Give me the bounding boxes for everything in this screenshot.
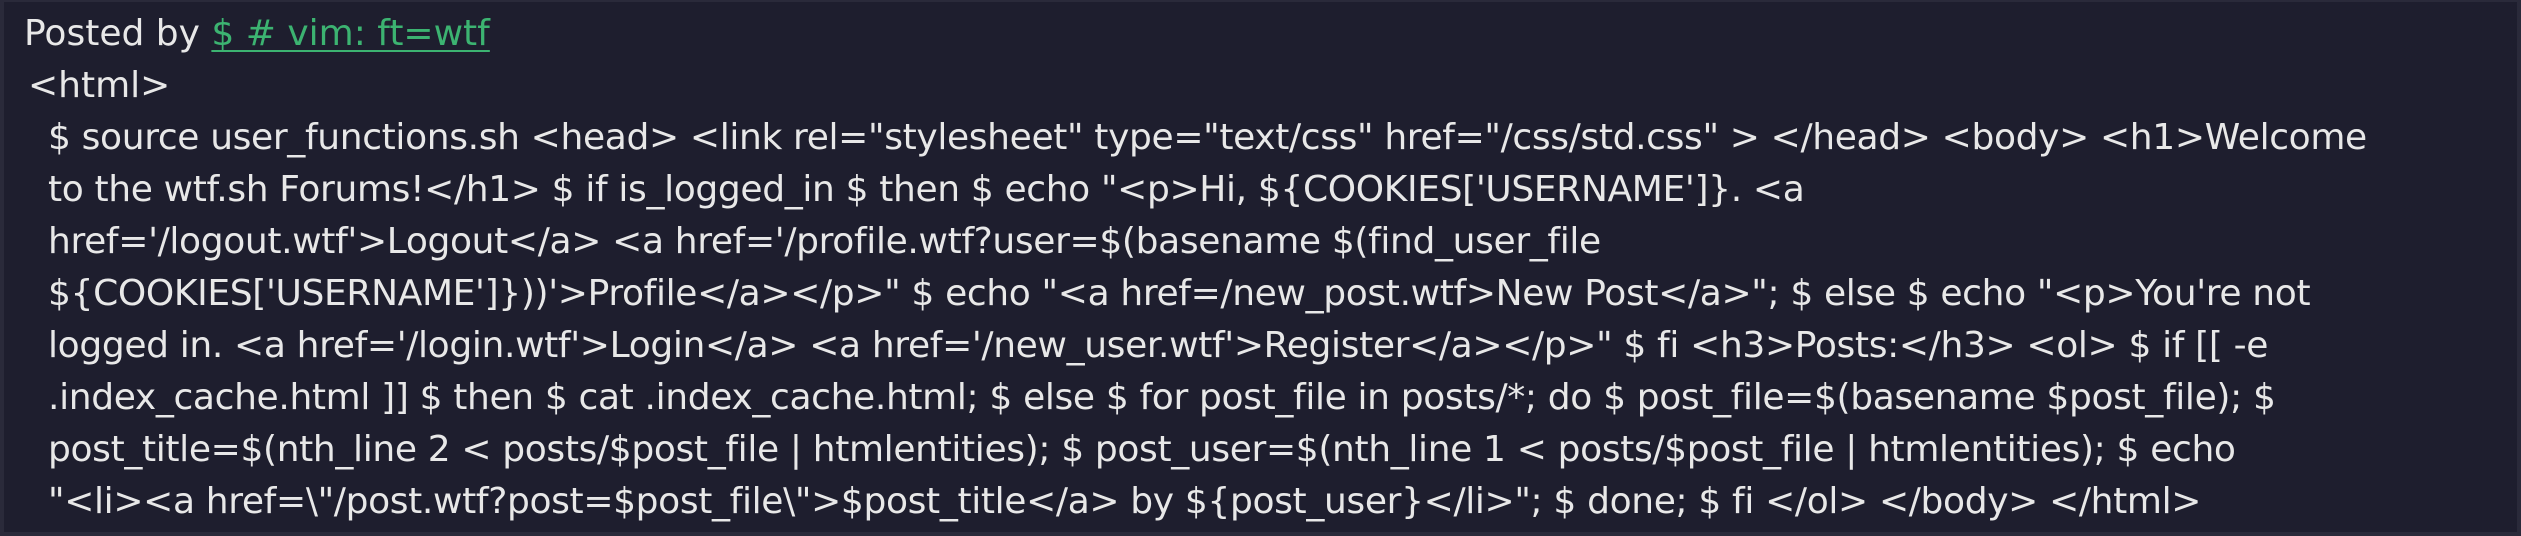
opening-html-tag: <html> — [28, 65, 171, 106]
post-body-line: $ source user_functions.sh <head> <link … — [48, 117, 2367, 158]
post-header: Posted by $ # vim: ft=wtf — [24, 8, 490, 60]
author-link[interactable]: $ # vim: ft=wtf — [211, 13, 489, 54]
post-body-line: href='/logout.wtf'>Logout</a> <a href='/… — [48, 221, 1601, 262]
post-body-line: "<li><a href=\"/post.wtf?post=$post_file… — [48, 481, 2202, 522]
post-body-line: .index_cache.html ]] $ then $ cat .index… — [48, 377, 2276, 418]
post-body-line: ${COOKIES['USERNAME']}))'>Profile</a></p… — [48, 273, 2311, 314]
post-body-line: logged in. <a href='/login.wtf'>Login</a… — [48, 325, 2269, 366]
post-body-line: post_title=$(nth_line 2 < posts/$post_fi… — [48, 429, 2236, 470]
post-container: Posted by $ # vim: ft=wtf <html> $ sourc… — [0, 0, 2521, 536]
posted-by-label: Posted by — [24, 13, 200, 54]
post-body: $ source user_functions.sh <head> <link … — [48, 112, 2513, 528]
post-body-line: to the wtf.sh Forums!</h1> $ if is_logge… — [48, 169, 1805, 210]
